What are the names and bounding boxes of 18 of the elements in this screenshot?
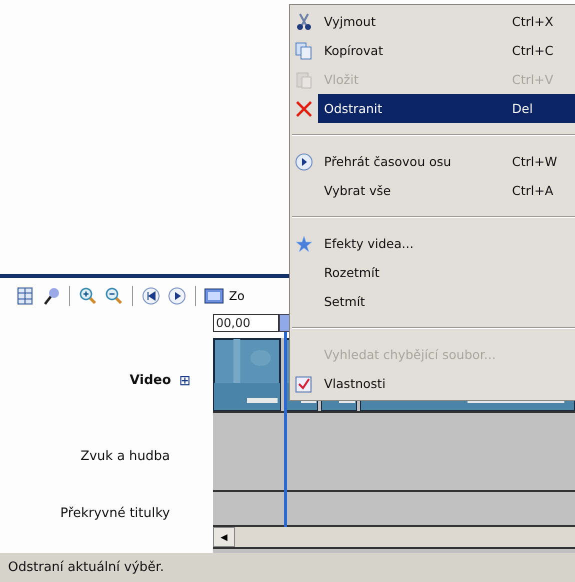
menu-item[interactable]: Vlastnosti xyxy=(290,369,575,398)
track-label: Zvuk a hudba xyxy=(80,448,170,464)
track-label: Překryvné titulky xyxy=(60,506,170,520)
menu-item[interactable]: Vybrat vše Ctrl+A xyxy=(290,176,575,205)
menu-item[interactable]: Rozetmít xyxy=(290,258,575,287)
menu-item[interactable]: Setmít xyxy=(290,287,575,316)
time-field[interactable]: 00,00 xyxy=(213,314,279,332)
horizontal-scrollbar[interactable]: ◀ xyxy=(213,527,575,549)
menu-item[interactable]: Vyjmout Ctrl+X xyxy=(290,7,575,36)
track-label: Video xyxy=(130,372,171,388)
menu-item[interactable]: Efekty videa... xyxy=(290,229,575,258)
menu-item[interactable]: Odstranit Del xyxy=(290,94,575,123)
zoom-label: Zo xyxy=(229,289,245,303)
scroll-left-button[interactable]: ◀ xyxy=(213,527,235,547)
menu-item[interactable]: Přehrát časovou osu Ctrl+W xyxy=(290,147,575,176)
status-text: Odstraní aktuální výběr. xyxy=(8,560,164,575)
expand-button[interactable]: ⊞ xyxy=(179,372,213,388)
menu-item[interactable]: Kopírovat Ctrl+C xyxy=(290,36,575,65)
